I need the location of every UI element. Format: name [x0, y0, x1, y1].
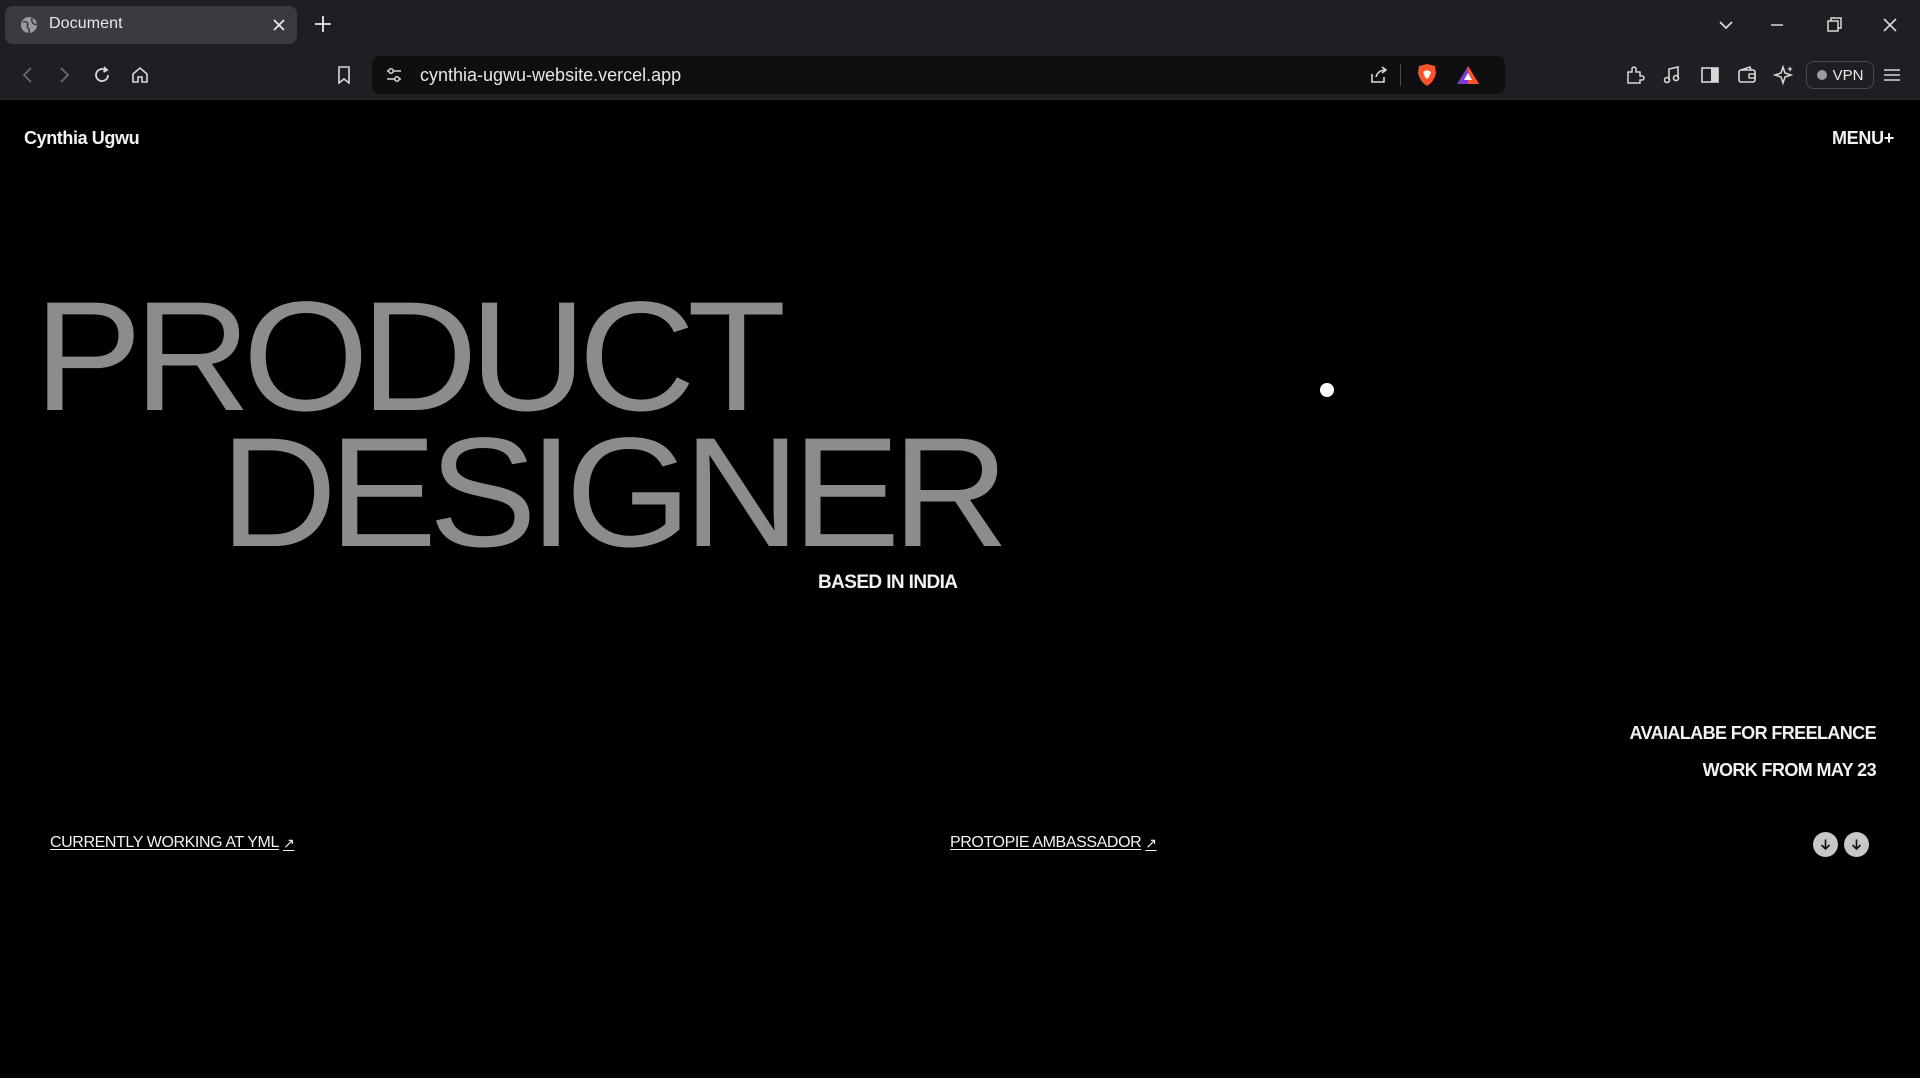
- current-work-link-label: CURRENTLY WORKING AT YML: [50, 834, 279, 851]
- tab-title: Document: [49, 15, 123, 32]
- protopie-link-label: PROTOPIE AMBASSADOR: [950, 834, 1142, 851]
- browser-tab-strip: Document: [0, 0, 1920, 50]
- arrow-down-icon: [1851, 839, 1862, 851]
- restore-icon[interactable]: [1822, 13, 1846, 37]
- brave-shields-icon[interactable]: [1416, 63, 1438, 87]
- browser-toolbar: cynthia-ugwu-website.vercel.app VPN: [0, 50, 1920, 100]
- brave-rewards-icon[interactable]: [1456, 65, 1480, 85]
- arrow-up-right-icon: ↗: [282, 834, 295, 851]
- share-icon[interactable]: [1368, 64, 1390, 86]
- vpn-status-icon: [1816, 70, 1827, 80]
- leo-ai-sparkle-icon[interactable]: [1772, 63, 1796, 87]
- hamburger-menu-icon[interactable]: [1880, 63, 1904, 87]
- bookmark-icon[interactable]: [332, 63, 356, 87]
- home-icon[interactable]: [128, 63, 152, 87]
- close-tab-icon[interactable]: [271, 17, 287, 33]
- arrow-down-icon: [1820, 839, 1831, 851]
- divider: [1400, 64, 1401, 86]
- scroll-down-button[interactable]: [1844, 832, 1869, 857]
- menu-button[interactable]: MENU+: [1832, 128, 1894, 149]
- availability-line-2: WORK FROM MAY 23: [1702, 760, 1877, 780]
- headline-designer: DESIGNER: [220, 406, 1009, 580]
- protopie-ambassador-link[interactable]: PROTOPIE AMBASSADOR ↗: [950, 834, 1157, 852]
- page-content: Cynthia Ugwu MENU+ PRODUCT DESIGNER BASE…: [0, 101, 1920, 1078]
- location-text: BASED IN INDIA: [818, 572, 958, 593]
- reload-icon[interactable]: [90, 63, 114, 87]
- vpn-label: VPN: [1832, 66, 1864, 84]
- custom-cursor-dot: [1320, 383, 1334, 397]
- wallet-icon[interactable]: [1735, 63, 1759, 87]
- close-window-icon[interactable]: [1878, 13, 1902, 37]
- site-logo[interactable]: Cynthia Ugwu: [24, 128, 140, 149]
- sidebar-icon[interactable]: [1698, 63, 1722, 87]
- minimize-icon[interactable]: [1765, 13, 1789, 37]
- tab-search-chevron-icon[interactable]: [1714, 13, 1738, 37]
- back-icon[interactable]: [16, 63, 40, 87]
- scroll-down-button[interactable]: [1813, 832, 1838, 857]
- address-bar[interactable]: cynthia-ugwu-website.vercel.app: [372, 56, 1505, 94]
- vpn-button[interactable]: VPN: [1806, 61, 1874, 89]
- url-text[interactable]: cynthia-ugwu-website.vercel.app: [420, 65, 681, 86]
- new-tab-icon[interactable]: [313, 14, 333, 34]
- media-music-icon[interactable]: [1660, 63, 1684, 87]
- forward-icon[interactable]: [52, 63, 76, 87]
- browser-tab[interactable]: Document: [5, 6, 297, 44]
- availability-line-1: AVAIALABE FOR FREELANCE: [1629, 723, 1876, 743]
- site-settings-icon[interactable]: [384, 65, 404, 85]
- current-work-link[interactable]: CURRENTLY WORKING AT YML ↗: [50, 834, 295, 852]
- arrow-up-right-icon: ↗: [1145, 834, 1157, 851]
- globe-icon: [21, 17, 38, 34]
- extensions-icon[interactable]: [1623, 63, 1647, 87]
